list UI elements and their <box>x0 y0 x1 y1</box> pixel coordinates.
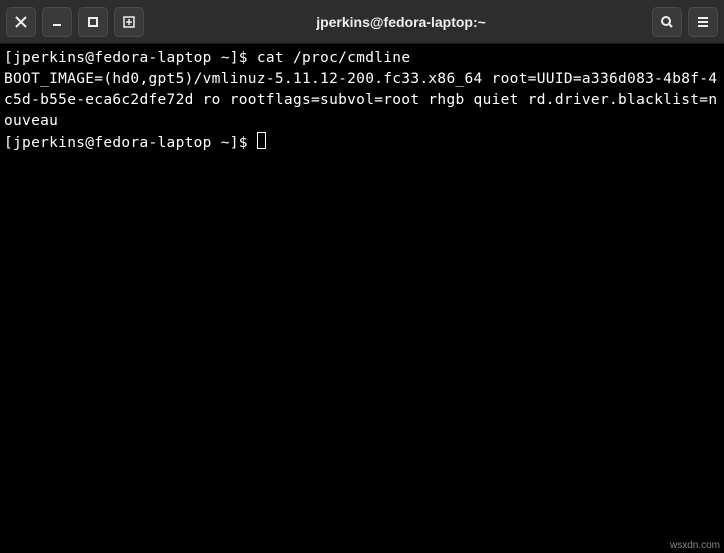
menu-button[interactable] <box>688 7 718 37</box>
new-tab-button[interactable] <box>114 7 144 37</box>
prompt-line-2: [jperkins@fedora-laptop ~]$ <box>4 135 257 151</box>
titlebar: jperkins@fedora-laptop:~ <box>0 0 724 44</box>
search-button[interactable] <box>652 7 682 37</box>
new-tab-icon <box>122 15 136 29</box>
terminal-area[interactable]: [jperkins@fedora-laptop ~]$ cat /proc/cm… <box>0 44 724 553</box>
window-title: jperkins@fedora-laptop:~ <box>150 14 652 30</box>
maximize-button[interactable] <box>78 7 108 37</box>
minimize-button[interactable] <box>42 7 72 37</box>
right-buttons <box>652 7 718 37</box>
search-icon <box>660 15 674 29</box>
output-1: BOOT_IMAGE=(hd0,gpt5)/vmlinuz-5.11.12-20… <box>4 71 717 129</box>
cursor <box>257 132 266 149</box>
watermark: wsxdn.com <box>670 540 720 551</box>
minimize-icon <box>50 15 64 29</box>
hamburger-icon <box>696 15 710 29</box>
prompt-line-1: [jperkins@fedora-laptop ~]$ <box>4 50 257 66</box>
close-button[interactable] <box>6 7 36 37</box>
close-icon <box>14 15 28 29</box>
maximize-icon <box>86 15 100 29</box>
command-1: cat /proc/cmdline <box>257 50 411 66</box>
